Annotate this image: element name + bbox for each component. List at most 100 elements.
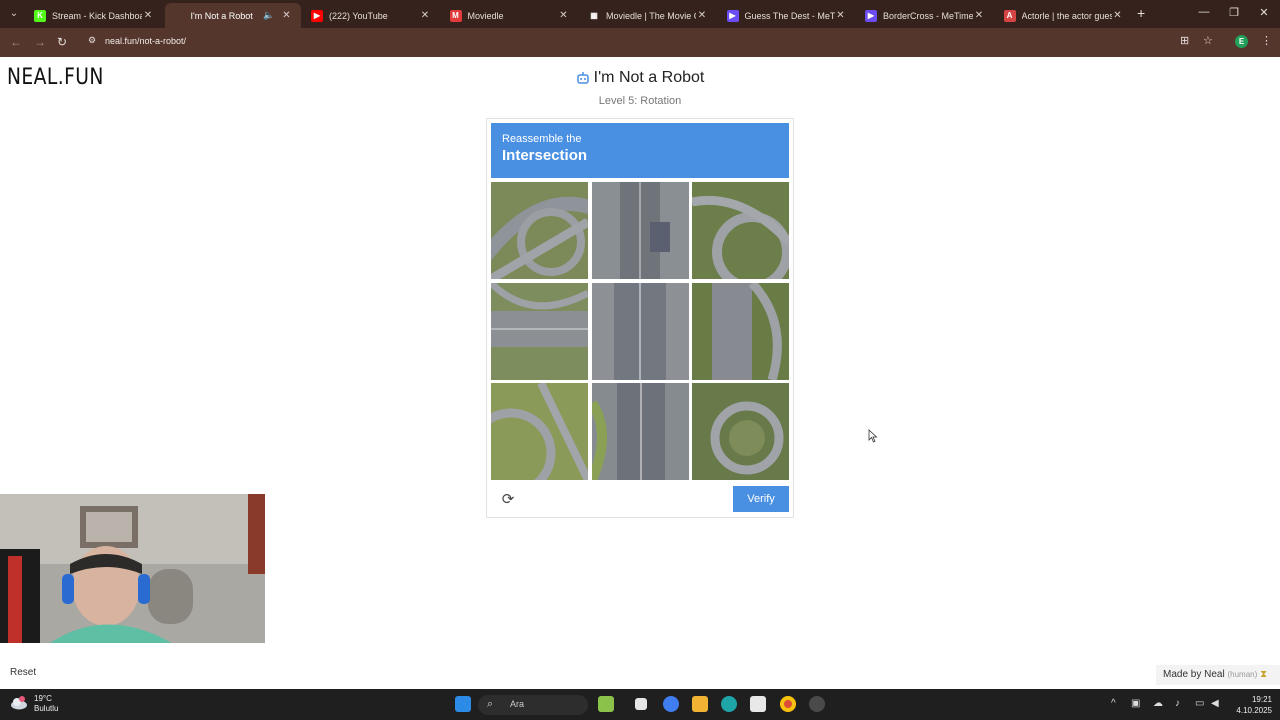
kick-icon: K	[34, 9, 46, 22]
page-title: I'm Not a Robot	[576, 69, 705, 87]
address-bar[interactable]: ⚙ neal.fun/not-a-robot/	[80, 31, 1200, 53]
browser-tab[interactable]: M Moviedle ✕	[442, 3, 578, 28]
copilot-icon[interactable]	[663, 696, 679, 712]
captcha-tile[interactable]	[491, 182, 588, 279]
bookmark-star-icon[interactable]: ☆	[1203, 34, 1213, 47]
aerial-road-image	[591, 383, 689, 480]
new-tab-button[interactable]: +	[1137, 5, 1145, 21]
tray-cloud-icon[interactable]: ☁	[1153, 698, 1163, 709]
captcha-tile[interactable]	[692, 182, 789, 279]
widgets-icon[interactable]	[598, 696, 614, 712]
site-info-icon[interactable]: ⚙	[88, 35, 100, 47]
tab-title: BorderCross - MeTime.Ga	[883, 10, 973, 21]
page-content: NEAL.FUN I'm Not a Robot Level 5: Rotati…	[0, 57, 1280, 689]
page-title-text: I'm Not a Robot	[593, 69, 705, 86]
made-by-text: Made by Neal	[1163, 669, 1225, 680]
profile-avatar[interactable]: E	[1235, 35, 1248, 48]
tab-close-icon[interactable]: ✕	[419, 10, 431, 21]
url-text[interactable]: neal.fun/not-a-robot/	[105, 36, 186, 46]
browser-tab[interactable]: A Actorle | the actor guessi ✕	[996, 3, 1132, 28]
captcha-target: Intersection	[502, 147, 588, 164]
captcha-footer: ⟳ Verify	[491, 485, 789, 515]
robot-icon	[172, 9, 185, 22]
reset-button[interactable]: Reset	[10, 667, 36, 678]
captcha-instruction: Reassemble the	[502, 133, 582, 145]
metime-icon: ▶	[865, 9, 877, 22]
volume-icon[interactable]: ◀	[1211, 698, 1219, 709]
aerial-road-image	[692, 282, 789, 380]
mouse-cursor-icon	[868, 429, 878, 443]
tray-chevron-icon[interactable]: ^	[1111, 698, 1116, 709]
captcha-tile[interactable]	[692, 383, 789, 480]
browser-toolbar: ← → ↻ ⚙ neal.fun/not-a-robot/ ⊞ ☆ E ⋮	[0, 28, 1280, 57]
os-taskbar: 19°C Bulutlu ⌕ Ara ^ ▣ ☁ ♪ ▭ ◀ 19:21 4.1…	[0, 689, 1280, 720]
file-explorer-icon[interactable]	[692, 696, 708, 712]
task-view-icon[interactable]	[635, 698, 647, 710]
tab-title: Moviedle	[467, 10, 504, 21]
weather-desc: Bulutlu	[34, 704, 59, 713]
reload-icon[interactable]: ↻	[57, 35, 67, 49]
captcha-tile[interactable]	[692, 282, 789, 380]
browser-tab[interactable]: K Stream - Kick Dashboard✕	[26, 3, 162, 28]
close-window-icon[interactable]: ✕	[1254, 6, 1274, 19]
aerial-road-image	[491, 383, 588, 480]
hourglass-icon: ⧗	[1260, 669, 1268, 680]
forward-icon[interactable]: →	[34, 35, 46, 49]
tab-close-icon[interactable]: ✕	[558, 10, 570, 21]
browser-tab[interactable]: ▶ Guess The Dest - MeTime✕	[719, 3, 855, 28]
tab-close-icon[interactable]: ✕	[1112, 10, 1124, 21]
captcha-tile[interactable]	[591, 182, 689, 279]
clock-date: 4.10.2025	[1236, 706, 1272, 715]
captcha-header: Reassemble the Intersection	[491, 123, 789, 178]
edge-icon[interactable]	[721, 696, 737, 712]
browser-menu-icon[interactable]: ⋮	[1261, 34, 1272, 47]
tab-title: I'm Not a Robot	[190, 10, 253, 21]
tab-close-icon[interactable]: ✕	[696, 10, 708, 21]
network-icon[interactable]: ▭	[1195, 698, 1204, 709]
back-icon[interactable]: ←	[10, 35, 22, 49]
tab-close-icon[interactable]: ✕	[142, 10, 154, 21]
captcha-tile[interactable]	[591, 383, 689, 480]
webcam-image	[0, 494, 265, 643]
translate-icon[interactable]: ⊞	[1180, 34, 1189, 47]
tab-title: (222) YouTube	[329, 10, 388, 21]
moviedle-icon: M	[449, 9, 462, 22]
store-icon[interactable]	[750, 696, 766, 712]
browser-tab[interactable]: I'm Not a Robot 🔈 ✕	[164, 3, 301, 28]
captcha-tile-grid	[491, 182, 789, 480]
tab-close-icon[interactable]: ✕	[835, 10, 847, 21]
aerial-road-image	[692, 383, 789, 480]
refresh-icon[interactable]: ⟳	[499, 491, 517, 509]
page-heading: I'm Not a Robot Level 5: Rotation	[0, 69, 1280, 107]
system-clock[interactable]: 19:21 4.10.2025	[1228, 694, 1272, 716]
app-icon[interactable]	[809, 696, 825, 712]
tab-title: Moviedle | The Movie Gu	[606, 10, 696, 21]
search-icon: ⌕	[487, 698, 494, 710]
captcha-tile[interactable]	[591, 282, 689, 380]
tab-audio-icon[interactable]: 🔈	[263, 10, 274, 21]
tab-title: Guess The Dest - MeTime	[744, 10, 835, 21]
browser-tab[interactable]: ▶ (222) YouTube ✕	[303, 3, 439, 28]
chrome-icon[interactable]	[780, 696, 796, 712]
made-by-tag: (human)	[1227, 670, 1258, 679]
tab-strip: ⌄ KStream - Kick Dashboard✕I'm Not a Rob…	[0, 0, 1280, 28]
tray-app-icon[interactable]: ▣	[1131, 698, 1140, 709]
made-by-badge[interactable]: Made by Neal (human) ⧗	[1156, 665, 1280, 685]
level-subtitle: Level 5: Rotation	[598, 95, 682, 107]
restore-icon[interactable]: ❐	[1224, 6, 1244, 19]
taskbar-search[interactable]: ⌕ Ara	[478, 695, 588, 715]
tab-title: Stream - Kick Dashboard	[52, 10, 142, 21]
minimize-icon[interactable]: —	[1194, 6, 1214, 18]
captcha-tile[interactable]	[491, 383, 588, 480]
start-menu-icon[interactable]	[455, 696, 471, 712]
browser-tab[interactable]: ▶ BorderCross - MeTime.Ga✕	[857, 3, 993, 28]
browser-tab[interactable]: ▦ Moviedle | The Movie Gu ✕	[580, 3, 716, 28]
youtube-icon: ▶	[311, 9, 323, 22]
weather-temp: 19°C	[34, 694, 52, 703]
captcha-tile[interactable]	[491, 282, 588, 380]
tab-search-icon[interactable]: ⌄	[6, 6, 22, 22]
tab-close-icon[interactable]: ✕	[973, 10, 985, 21]
verify-button[interactable]: Verify	[733, 486, 789, 512]
microphone-icon[interactable]: ♪	[1175, 698, 1180, 709]
tab-close-icon[interactable]: ✕	[281, 10, 293, 21]
